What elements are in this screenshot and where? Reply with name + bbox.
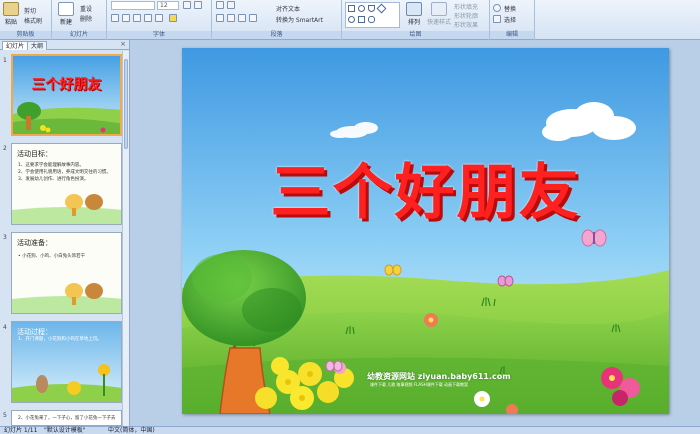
align-left-icon[interactable] — [216, 14, 224, 22]
bullets-icon[interactable] — [216, 1, 224, 9]
slide-counter: 幻灯片 1/11 — [4, 427, 38, 434]
select-button[interactable]: 选择 — [504, 15, 516, 24]
group-label-paragraph: 段落 — [212, 31, 341, 39]
paste-button[interactable]: 粘贴 — [2, 0, 20, 26]
cut-button[interactable]: 剪切 — [24, 6, 36, 15]
site-watermark-sub: 课件下载 儿歌 故事视频 FLASH课件下载 动画下载教案 — [370, 382, 468, 387]
slide-number: 4 — [3, 324, 7, 331]
rounded-rect-shape-icon[interactable] — [368, 16, 375, 23]
slide-number: 3 — [3, 234, 7, 241]
slide-thumbnail-3[interactable]: 活动准备： • 小花狗、小鸡、小白兔头饰若干 — [11, 232, 122, 314]
shrink-font-icon[interactable] — [194, 1, 202, 9]
butterfly — [581, 229, 607, 247]
group-label-drawing: 绘图 — [342, 31, 489, 39]
group-label-slides: 幻灯片 — [52, 31, 106, 39]
slide-number: 2 — [3, 145, 7, 152]
arrange-button[interactable]: 排列 — [404, 0, 424, 26]
numbering-icon[interactable] — [227, 1, 235, 9]
ribbon-group-drawing: 排列 快速样式 形状填充 形状轮廓 形状效果 绘图 — [342, 0, 490, 40]
delete-button[interactable]: 删除 — [80, 14, 92, 23]
slide-thumbnail-1-art — [13, 56, 120, 134]
ribbon: 粘贴 剪切 格式刷 剪贴板 新建 重设 删除 幻灯片 12 字体 对齐文本 转换… — [0, 0, 700, 40]
thumb-text-line: 2、学会使用礼貌用语，养成文明交往的习惯。 — [18, 170, 111, 175]
diamond-shape-icon[interactable] — [376, 3, 387, 14]
new-slide-button[interactable]: 新建 — [55, 0, 77, 26]
panel-scrollbar[interactable] — [122, 51, 129, 426]
slide-number: 5 — [3, 412, 7, 419]
quick-styles-icon — [431, 2, 447, 16]
quick-styles-button[interactable]: 快速样式 — [427, 0, 451, 26]
ribbon-group-font: 12 字体 — [107, 0, 212, 40]
slides-panel: 幻灯片 大纲 × 1 三个好朋友 2 活动目标： 1、这要求学会能理解故事内容。… — [0, 40, 130, 426]
ribbon-group-slides: 新建 重设 删除 幻灯片 — [52, 0, 107, 40]
group-label-font: 字体 — [107, 31, 211, 39]
strikethrough-icon[interactable] — [144, 14, 152, 22]
square-shape-icon[interactable] — [358, 16, 365, 23]
bold-icon[interactable] — [111, 14, 119, 22]
theme-name: "默认设计模板" — [44, 427, 86, 434]
thumb-text-line: • 小花狗、小鸡、小白兔头饰若干 — [18, 254, 86, 259]
shapes-gallery[interactable] — [345, 2, 400, 28]
slide-thumbnail-5[interactable]: 2、小花兔来了，一下子心，留了小花兔一下子去 — [11, 410, 122, 426]
thumb-text-line: 1、开门课题，小花狗和小鸡在草地上玩。 — [18, 337, 102, 342]
paste-icon — [3, 2, 19, 16]
shape-effects-button[interactable]: 形状效果 — [454, 20, 478, 29]
thumb-text-line: 2、小花兔来了，一下子心，留了小花兔一下子去 — [18, 416, 116, 421]
slide-title[interactable]: 三个好朋友 — [182, 144, 669, 231]
thumb-text-line: 3、发展幼儿创作、进行角色扮演。 — [18, 177, 89, 182]
group-label-clipboard: 剪贴板 — [0, 31, 51, 39]
align-center-icon[interactable] — [227, 14, 235, 22]
tab-slides[interactable]: 幻灯片 — [2, 41, 29, 50]
smartart-button[interactable]: 转换为 SmartArt — [276, 15, 323, 24]
slide-thumbnail-4[interactable]: 活动过程： 1、开门课题，小花狗和小鸡在草地上玩。 — [11, 321, 122, 403]
italic-icon[interactable] — [122, 14, 130, 22]
font-name-box[interactable] — [111, 1, 155, 10]
grow-font-icon[interactable] — [183, 1, 191, 9]
thumb-text-line: 1、这要求学会能理解故事内容。 — [18, 163, 84, 168]
rectangle-shape-icon[interactable] — [348, 5, 355, 12]
arrange-icon — [406, 2, 422, 16]
slide-number: 1 — [3, 57, 7, 64]
current-slide[interactable]: 三个好朋友 幼教资源网站 ziyuan.baby611.com 课件下载 儿歌 … — [182, 48, 669, 414]
select-icon[interactable] — [493, 15, 501, 23]
justify-icon[interactable] — [249, 14, 257, 22]
font-size-box[interactable]: 12 — [157, 1, 179, 10]
thumb-title: 三个好朋友 — [31, 77, 102, 93]
shape-outline-button[interactable]: 形状轮廓 — [454, 11, 478, 20]
find-icon[interactable] — [493, 4, 501, 12]
slide-thumbnail-2[interactable]: 活动目标： 1、这要求学会能理解故事内容。 2、学会使用礼貌用语，养成文明交往的… — [11, 143, 122, 225]
format-painter-button[interactable]: 格式刷 — [24, 16, 42, 25]
oval-shape-icon[interactable] — [358, 5, 365, 12]
align-text-button[interactable]: 对齐文本 — [276, 4, 300, 13]
language-indicator[interactable]: 中文(简体，中国) — [108, 427, 155, 434]
ribbon-group-clipboard: 粘贴 剪切 格式刷 剪贴板 — [0, 0, 52, 40]
status-bar: 幻灯片 1/11 "默认设计模板" 中文(简体，中国) — [0, 426, 700, 434]
font-color-icon[interactable] — [169, 14, 177, 22]
replace-button[interactable]: 替换 — [504, 4, 516, 13]
group-label-editing: 编辑 — [490, 31, 534, 39]
reset-button[interactable]: 重设 — [80, 4, 92, 13]
close-panel-icon[interactable]: × — [120, 40, 126, 48]
underline-icon[interactable] — [133, 14, 141, 22]
scrollbar-thumb[interactable] — [124, 59, 128, 149]
thumb-title: 活动准备： — [17, 239, 52, 247]
ribbon-group-editing: 替换 选择 编辑 — [490, 0, 535, 40]
align-right-icon[interactable] — [238, 14, 246, 22]
slide-thumbnail-1[interactable]: 三个好朋友 — [11, 54, 122, 136]
circle-shape-icon[interactable] — [348, 16, 355, 23]
shadow-icon[interactable] — [155, 14, 163, 22]
tab-outline[interactable]: 大纲 — [27, 41, 48, 50]
ribbon-group-paragraph: 对齐文本 转换为 SmartArt 段落 — [212, 0, 342, 40]
slide-background-art — [182, 48, 669, 414]
rounded-shape-icon[interactable] — [368, 5, 375, 12]
slide-editor: 三个好朋友 幼教资源网站 ziyuan.baby611.com 课件下载 儿歌 … — [131, 40, 700, 426]
thumb-title: 活动目标： — [17, 150, 52, 158]
shape-fill-button[interactable]: 形状填充 — [454, 2, 478, 11]
new-slide-icon — [58, 2, 74, 16]
site-watermark: 幼教资源网站 ziyuan.baby611.com — [367, 372, 511, 381]
panel-tabs: 幻灯片 大纲 × — [0, 40, 129, 50]
